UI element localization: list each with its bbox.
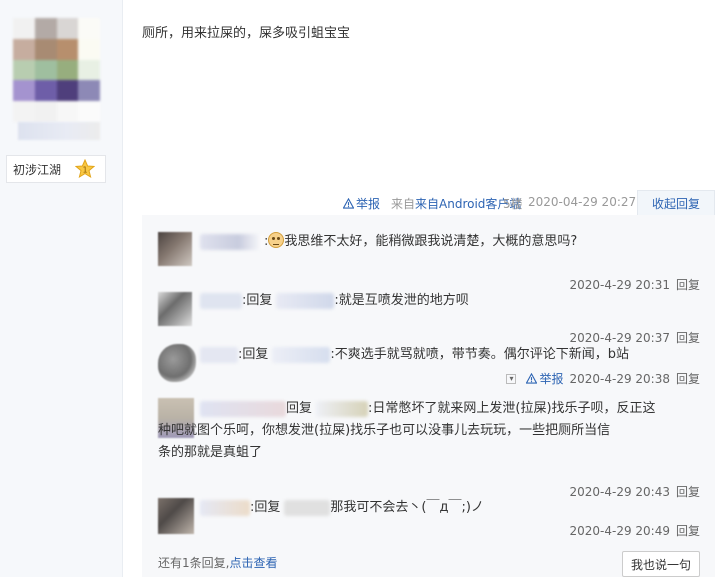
rank-level: 1	[82, 166, 87, 175]
avatar[interactable]	[158, 232, 192, 266]
warning-icon	[343, 198, 354, 209]
floor-number: 5楼	[503, 197, 523, 211]
avatar[interactable]	[158, 498, 194, 534]
chevron-down-icon[interactable]: ▾	[506, 373, 517, 384]
rank-badge[interactable]: 初涉江湖 1	[6, 155, 106, 183]
reply-word: 回复	[254, 500, 281, 515]
reply-word: 回复	[286, 401, 313, 416]
report-link[interactable]: 举报	[526, 370, 563, 387]
reply-time: 2020-4-29 20:43	[569, 484, 670, 499]
username-blurred[interactable]	[200, 499, 250, 516]
reply-text: 不爽选手就骂就喷，带节奏。偶尔评论下新闻，b站	[334, 347, 630, 362]
reply-text: 那我可不会去丶(￣д￣;)ノ	[330, 500, 484, 515]
reply-time: 2020-4-29 20:49	[569, 523, 670, 538]
reply-text: 我思维不太好，能稍微跟我说清楚，大概的意思吗?	[284, 234, 578, 249]
rank-label: 初涉江湖	[13, 162, 62, 177]
reply-text: 就是互喷发泄的地方呗	[338, 293, 469, 308]
author-sidebar: 初涉江湖 1	[0, 0, 123, 577]
reply-text-line1: 日常憋坏了就来网上发泄(拉屎)找乐子呗，反正这	[372, 401, 656, 416]
avatar[interactable]	[158, 292, 192, 326]
post-time: 2020-04-29 20:27	[528, 195, 637, 209]
client-source[interactable]: 来自来自Android客户端	[391, 195, 521, 212]
mention-blurred[interactable]	[272, 346, 331, 363]
mention-blurred[interactable]	[276, 292, 335, 309]
reply-word: 回复	[246, 293, 273, 308]
reply-button[interactable]: 回复	[676, 370, 700, 387]
author-name-blurred[interactable]	[18, 122, 100, 140]
reply-button[interactable]: 回复	[676, 329, 700, 346]
reply-text-line2: 种吧就图个乐呵，你想发泄(拉屎)找乐子也可以没事儿去玩玩，一些把厕所当信	[158, 423, 611, 438]
reply-word: 回复	[242, 347, 269, 362]
username-blurred[interactable]	[200, 292, 242, 309]
reply-text-line3: 条的那就是真蛆了	[158, 445, 263, 460]
post-content: 厕所，用来拉屎的，屎多吸引蛆宝宝	[142, 26, 351, 41]
mention-blurred[interactable]	[284, 499, 331, 516]
reply-button[interactable]: 回复	[676, 522, 700, 539]
reply-time: 2020-4-29 20:37	[569, 330, 670, 345]
rank-level-icon: 1	[75, 159, 95, 179]
author-avatar[interactable]	[13, 18, 100, 122]
view-more-link[interactable]: 点击查看	[229, 556, 277, 570]
reply-time: 2020-4-29 20:38	[569, 371, 670, 386]
avatar[interactable]	[158, 344, 196, 382]
reply-time: 2020-4-29 20:31	[569, 277, 670, 292]
reply-button[interactable]: 回复	[676, 483, 700, 500]
report-link[interactable]: 举报	[343, 195, 380, 212]
more-replies-hint: 还有1条回复,点击查看	[158, 556, 278, 570]
add-reply-button[interactable]: 我也说一句	[622, 551, 700, 577]
collapse-replies-button[interactable]: 收起回复	[637, 190, 715, 216]
username-blurred[interactable]	[200, 400, 286, 417]
username-blurred[interactable]	[200, 233, 264, 250]
warning-icon	[526, 373, 538, 384]
confused-face-icon	[268, 232, 285, 248]
mention-blurred[interactable]	[316, 400, 369, 417]
reply-button[interactable]: 回复	[676, 276, 700, 293]
username-blurred[interactable]	[200, 346, 238, 363]
reply-list: : 我思维不太好，能稍微跟我说清楚，大概的意思吗? 2020-4-29 20:31…	[142, 215, 715, 577]
post-meta: 举报 来自来自Android客户端 5楼 2020-04-29 20:27	[0, 193, 715, 213]
